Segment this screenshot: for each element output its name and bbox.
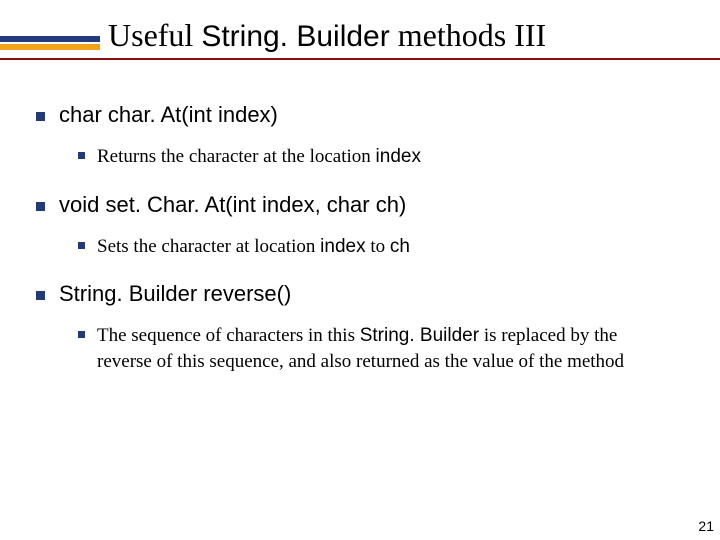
bullet-icon — [36, 112, 45, 121]
title-underline — [0, 58, 720, 60]
text: to — [366, 236, 390, 257]
bullet-1-sub-text: Returns the character at the location in… — [97, 144, 421, 170]
code: ch — [390, 236, 410, 257]
code: String. Builder — [360, 325, 479, 346]
bullet-icon — [78, 331, 85, 338]
slide-title: Useful String. Builder methods III — [108, 18, 546, 53]
text: Returns the character at the location — [97, 146, 376, 167]
text: The sequence of characters in this — [97, 325, 360, 346]
bullet-3-sub: The sequence of characters in this Strin… — [78, 323, 684, 374]
bullet-1-heading: char char. At(int index) — [59, 102, 278, 128]
code: index — [320, 236, 365, 257]
bullet-2: void set. Char. At(int index, char ch) S… — [36, 192, 684, 260]
accent-bar-blue — [0, 36, 100, 42]
bullet-1-sub: Returns the character at the location in… — [78, 144, 684, 170]
text: Sets the character at location — [97, 236, 320, 257]
accent-bar-orange — [0, 44, 100, 50]
bullet-2-sub-text: Sets the character at location index to … — [97, 234, 410, 260]
bullet-2-heading: void set. Char. At(int index, char ch) — [59, 192, 406, 218]
bullet-1: char char. At(int index) Returns the cha… — [36, 102, 684, 170]
bullet-icon — [78, 242, 85, 249]
slide-body: char char. At(int index) Returns the cha… — [36, 80, 684, 375]
bullet-icon — [36, 202, 45, 211]
title-pre: Useful — [108, 17, 201, 53]
bullet-3: String. Builder reverse() The sequence o… — [36, 281, 684, 374]
bullet-3-sub-text: The sequence of characters in this Strin… — [97, 323, 657, 374]
title-post: methods III — [390, 17, 546, 53]
bullet-icon — [36, 291, 45, 300]
page-number: 21 — [698, 518, 714, 534]
bullet-3-heading: String. Builder reverse() — [59, 281, 291, 307]
title-mid: String. Builder — [201, 20, 389, 53]
bullet-2-sub: Sets the character at location index to … — [78, 234, 684, 260]
code: index — [376, 146, 421, 167]
bullet-icon — [78, 152, 85, 159]
title-accent — [0, 36, 100, 50]
